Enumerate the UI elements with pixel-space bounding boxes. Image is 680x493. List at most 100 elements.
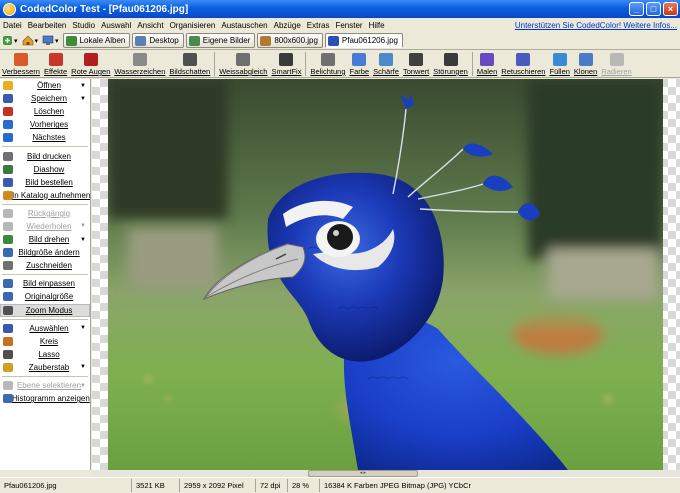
promo-link[interactable]: Unterstützen Sie CodedColor! Weitere Inf…: [515, 21, 677, 30]
close-button[interactable]: ×: [663, 2, 678, 16]
sidebar-item-bildgrosse-andern[interactable]: Bildgröße ändern: [0, 246, 90, 259]
status-filesize: 3521 KB: [132, 479, 180, 492]
vorheriges-icon: [3, 120, 13, 130]
home-icon: [22, 35, 33, 46]
bild-bestellen-icon: [3, 177, 13, 187]
tool-fullen-button[interactable]: Füllen: [547, 50, 571, 77]
tool-label: Malen: [476, 67, 498, 76]
in-katalog-aufnehmen-icon: [3, 190, 13, 200]
tab-eigene-bilder[interactable]: Eigene Bilder: [185, 33, 256, 48]
tool-malen-button[interactable]: Malen: [475, 50, 499, 77]
menu-austauschen[interactable]: Austauschen: [218, 21, 270, 30]
window-title: CodedColor Test - [Pfau061206.jpg]: [20, 3, 189, 15]
menu-extras[interactable]: Extras: [304, 21, 333, 30]
bild-drucken-icon: [3, 151, 13, 161]
originalgrosse-icon: [3, 292, 13, 302]
app-window: CodedColor Test - [Pfau061206.jpg] _ □ ×…: [0, 0, 680, 493]
sidebar-item-offnen[interactable]: Öffnen ▼: [0, 79, 90, 92]
sidebar-item-kreis[interactable]: Kreis: [0, 335, 90, 348]
horizontal-scrollbar[interactable]: ◂ ▸: [92, 470, 680, 477]
tool-effekte-button[interactable]: Effekte: [42, 50, 69, 77]
sidebar-item-label: Bild drucken: [26, 151, 72, 161]
tool-label: Schärfe: [373, 67, 399, 76]
scrollbar-thumb[interactable]: ◂ ▸: [308, 470, 418, 477]
kreis-icon: [3, 336, 13, 346]
new-button[interactable]: ▾: [0, 33, 20, 48]
menu-organisieren[interactable]: Organisieren: [167, 21, 219, 30]
tab-label: 800x600.jpg: [274, 36, 318, 45]
weissabgleich-icon: [236, 53, 251, 66]
sidebar-item-zauberstab[interactable]: Zauberstab ▼: [0, 361, 90, 374]
tool-rote-augen-button[interactable]: Rote Augen: [69, 50, 112, 77]
sidebar-item-in-katalog-aufnehmen[interactable]: In Katalog aufnehmen: [0, 189, 90, 202]
sidebar-item-originalgrosse[interactable]: Originalgröße: [0, 290, 90, 303]
klonen-icon: [578, 53, 593, 66]
sidebar-item-bild-drucken[interactable]: Bild drucken: [0, 149, 90, 162]
tool-verbessern-button[interactable]: Verbessern: [0, 50, 42, 77]
sidebar-item-lasso[interactable]: Lasso: [0, 348, 90, 361]
tool-label: Bildschatten: [169, 67, 211, 76]
tool-storungen-button[interactable]: Störungen: [431, 50, 470, 77]
sidebar-item-diashow[interactable]: Diashow: [0, 163, 90, 176]
status-filename: Pfau061206.jpg: [0, 479, 132, 492]
tab-label: Eigene Bilder: [202, 36, 251, 45]
tab-pfau061206-jpg[interactable]: Pfau061206.jpg: [324, 33, 403, 48]
tool-farbe-button[interactable]: Farbe: [348, 50, 372, 77]
tab-label: Desktop: [149, 36, 179, 45]
sidebar-item-label: Vorheriges: [29, 120, 69, 130]
maximize-button[interactable]: □: [646, 2, 661, 16]
retuschieren-icon: [516, 53, 531, 66]
tool-weissabgleich-button[interactable]: Weissabgleich: [217, 50, 269, 77]
tool-radieren-button[interactable]: Radieren: [599, 50, 633, 77]
menu-bearbeiten[interactable]: Bearbeiten: [25, 21, 70, 30]
sidebar-item-nachstes[interactable]: Nächstes: [0, 131, 90, 144]
chevron-down-icon: ▼: [80, 82, 86, 89]
chevron-down-icon: ▾: [34, 37, 39, 45]
tab-lokale-alben[interactable]: Lokale Alben: [62, 33, 131, 48]
home-button[interactable]: ▾: [20, 33, 41, 48]
sidebar-item-loschen[interactable]: Löschen: [0, 105, 90, 118]
tab-desktop[interactable]: Desktop: [132, 33, 184, 48]
smartfix-icon: [279, 53, 294, 66]
tool-belichtung-button[interactable]: Belichtung: [308, 50, 347, 77]
wasserzeichen-icon: [132, 53, 147, 66]
menu-datei[interactable]: Datei: [0, 21, 25, 30]
toolbar-separator: [214, 52, 216, 76]
sidebar-item-ebene-selektieren: Ebene selektieren ▼: [0, 379, 90, 392]
sidebar-item-label: Originalgröße: [24, 292, 74, 302]
sidebar-item-bild-drehen[interactable]: Bild drehen ▼: [0, 233, 90, 246]
lasso-icon: [3, 349, 13, 359]
menu-ansicht[interactable]: Ansicht: [134, 21, 166, 30]
sidebar-item-histogramm-anzeigen[interactable]: Histogramm anzeigen: [0, 392, 90, 405]
image-canvas[interactable]: [92, 79, 680, 470]
tool-label: Farbe: [349, 67, 370, 76]
diashow-icon: [3, 164, 13, 174]
menu-studio[interactable]: Studio: [69, 21, 98, 30]
tab-800x600-jpg[interactable]: 800x600.jpg: [257, 33, 323, 48]
histogramm-anzeigen-icon: [3, 394, 13, 404]
sidebar-item-bild-einpassen[interactable]: Bild einpassen: [0, 277, 90, 290]
chevron-down-icon: ▼: [80, 223, 86, 230]
tool-tonwert-button[interactable]: Tonwert: [401, 50, 431, 77]
menu-hilfe[interactable]: Hilfe: [366, 21, 388, 30]
sidebar-item-zoom-modus[interactable]: Zoom Modus: [0, 303, 90, 317]
tool-klonen-button[interactable]: Klonen: [572, 50, 599, 77]
sidebar-item-label: Bild einpassen: [22, 279, 76, 289]
sidebar-item-speichern[interactable]: Speichern ▼: [0, 92, 90, 105]
sidebar-item-zuschneiden[interactable]: Zuschneiden: [0, 259, 90, 272]
sidebar-item-auswahlen[interactable]: Auswählen ▼: [0, 322, 90, 335]
menu-fenster[interactable]: Fenster: [332, 21, 365, 30]
tool-smartfix-button[interactable]: SmartFix: [269, 50, 303, 77]
status-zoom: 28 %: [288, 479, 320, 492]
bildschatten-icon: [182, 53, 197, 66]
sidebar-item-vorheriges[interactable]: Vorheriges: [0, 118, 90, 131]
tool-scharfe-button[interactable]: Schärfe: [371, 50, 401, 77]
tool-bildschatten-button[interactable]: Bildschatten: [167, 50, 212, 77]
tool-wasserzeichen-button[interactable]: Wasserzeichen: [112, 50, 167, 77]
minimize-button[interactable]: _: [629, 2, 644, 16]
sidebar-item-bild-bestellen[interactable]: Bild bestellen: [0, 176, 90, 189]
tool-retuschieren-button[interactable]: Retuschieren: [499, 50, 547, 77]
menu-auswahl[interactable]: Auswahl: [98, 21, 134, 30]
menu-abzuge[interactable]: Abzüge: [271, 21, 304, 30]
monitor-button[interactable]: ▾: [40, 33, 61, 48]
